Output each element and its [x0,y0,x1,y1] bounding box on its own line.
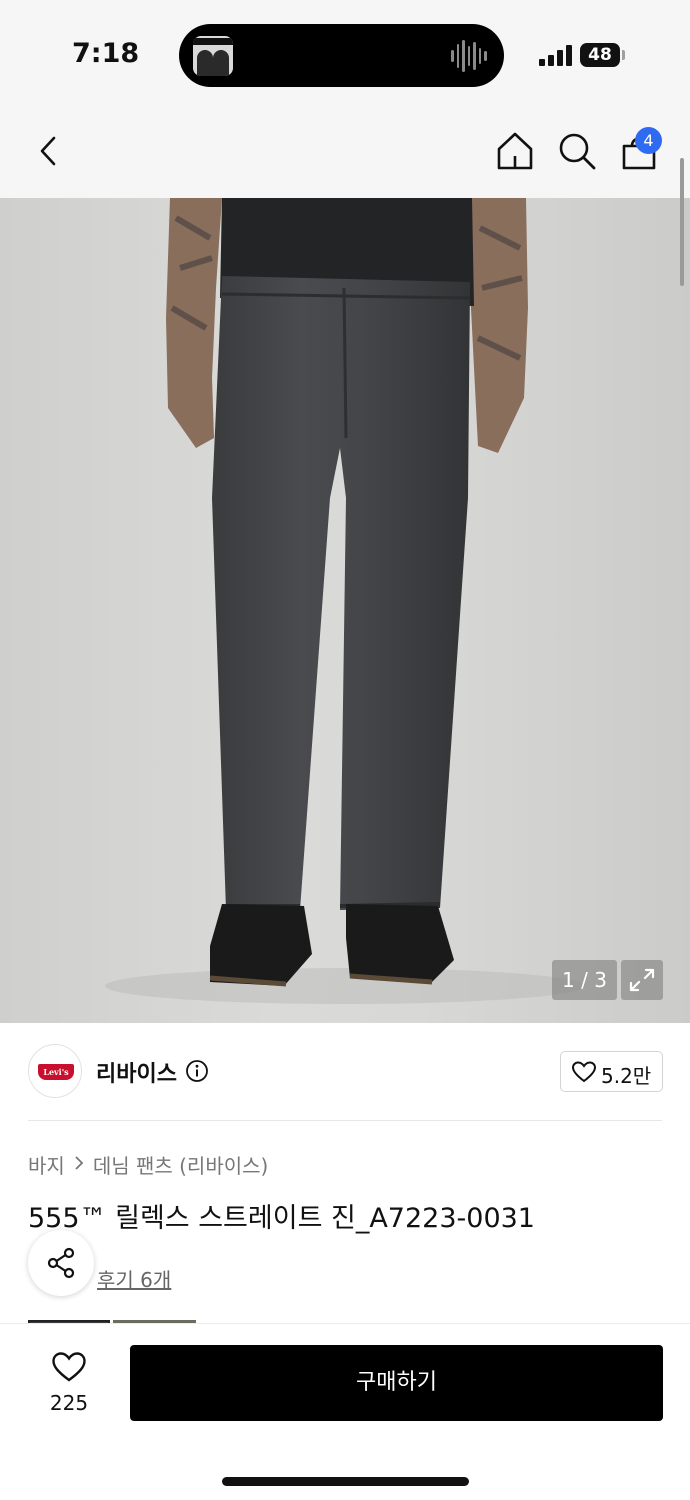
chevron-right-icon [74,1152,84,1176]
home-indicator[interactable] [222,1477,469,1486]
audio-waveform-icon [451,39,488,73]
levis-logo: Levi's [38,1064,74,1080]
image-counter: 1 / 3 [552,960,617,1000]
battery-icon: 48 [580,43,620,67]
search-icon[interactable] [556,130,598,172]
jeans-photo [105,198,585,1004]
battery-tip [622,50,625,60]
scroll-indicator[interactable] [680,158,684,286]
share-button[interactable] [28,1230,94,1296]
cellular-signal-icon [539,44,573,66]
share-icon [47,1247,75,1279]
heart-outline-icon [571,1061,597,1083]
breadcrumb-category[interactable]: 바지 [28,1150,65,1179]
now-playing-artwork [193,36,233,76]
cart-badge: 4 [635,127,662,154]
brand-like-button[interactable]: 5.2만 [560,1051,663,1092]
buy-button[interactable]: 구매하기 [130,1345,663,1421]
wishlist-count: 225 [49,1391,89,1415]
brand-logo[interactable]: Levi's [28,1044,82,1098]
expand-icon[interactable] [621,960,663,1000]
product-header [0,105,690,198]
product-image[interactable] [0,198,690,1023]
heart-outline-icon [52,1352,86,1382]
status-bar: 7:18 48 [0,0,690,105]
status-time: 7:18 [72,38,140,69]
wishlist-button[interactable]: 225 [38,1350,100,1416]
brand-like-count: 5.2만 [601,1064,652,1088]
divider [28,1120,662,1121]
brand-name[interactable]: 리바이스 [96,1056,177,1088]
breadcrumb: 바지 데님 팬츠 (리바이스) [28,1150,268,1178]
breadcrumb-subcategory[interactable]: 데님 팬츠 (리바이스) [93,1150,269,1179]
home-icon[interactable] [494,130,536,172]
reviews-link[interactable]: 후기 6개 [97,1264,171,1293]
product-title: 555™ 릴렉스 스트레이트 진_A7223-0031 [28,1203,535,1234]
chevron-left-icon[interactable] [28,130,70,172]
dynamic-island[interactable] [179,24,504,87]
info-icon[interactable] [185,1059,209,1083]
